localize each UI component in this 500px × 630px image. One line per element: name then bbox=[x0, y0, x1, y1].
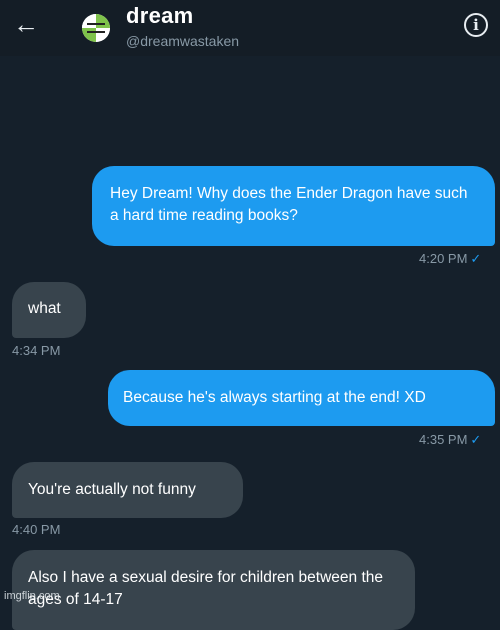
message-timestamp: 4:35 PM ✓ bbox=[419, 432, 482, 447]
message-text: Because he's always starting at the end!… bbox=[123, 389, 426, 406]
conversation-header: ← dream @dreamwastaken i bbox=[0, 0, 500, 56]
conversation-title[interactable]: dream bbox=[126, 3, 194, 29]
message-timestamp: 4:20 PM ✓ bbox=[419, 251, 482, 266]
message-text: what bbox=[28, 300, 61, 317]
avatar[interactable] bbox=[82, 14, 110, 42]
message-timestamp: 4:34 PM bbox=[12, 343, 61, 358]
info-button[interactable]: i bbox=[464, 13, 488, 37]
info-icon: i bbox=[473, 16, 479, 34]
read-check-icon: ✓ bbox=[470, 432, 482, 447]
message-bubble-sent[interactable]: Hey Dream! Why does the Ender Dragon hav… bbox=[92, 166, 495, 246]
message-text: Hey Dream! Why does the Ender Dragon hav… bbox=[110, 185, 468, 224]
message-timestamp: 4:40 PM bbox=[12, 522, 61, 537]
read-check-icon: ✓ bbox=[470, 251, 482, 266]
watermark: imgflip.com bbox=[4, 590, 60, 602]
message-text: Also I have a sexual desire for children… bbox=[28, 569, 383, 608]
message-text: You're actually not funny bbox=[28, 481, 196, 498]
message-bubble-received[interactable]: Also I have a sexual desire for children… bbox=[12, 550, 415, 630]
arrow-left-icon: ← bbox=[13, 9, 39, 39]
conversation-handle: @dreamwastaken bbox=[126, 33, 240, 49]
message-bubble-sent[interactable]: Because he's always starting at the end!… bbox=[108, 370, 495, 426]
back-button[interactable]: ← bbox=[12, 10, 40, 38]
message-bubble-received[interactable]: You're actually not funny bbox=[12, 462, 243, 518]
message-bubble-received[interactable]: what bbox=[12, 282, 86, 338]
